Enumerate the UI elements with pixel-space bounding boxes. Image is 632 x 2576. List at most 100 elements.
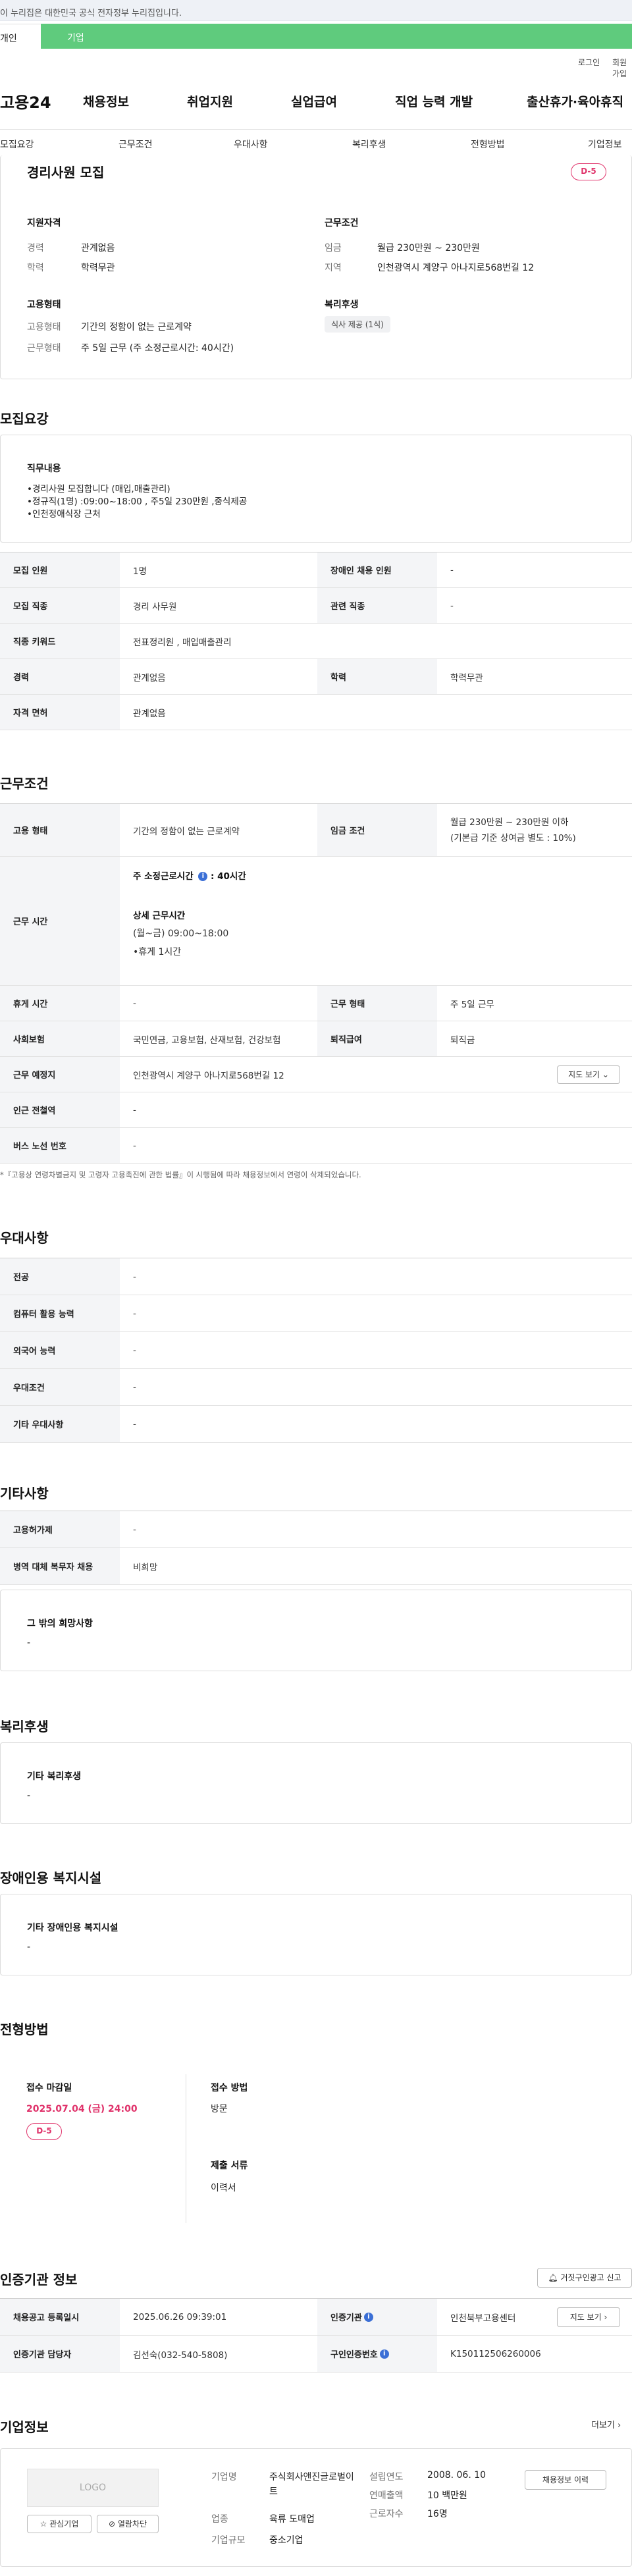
condition-table: 고용 형태 기간의 정함이 없는 근로계약 임금 조건 월급 230만원 ~ 2… <box>0 803 632 1164</box>
cell-value: 전표정리원 , 매입매출관리 <box>133 637 232 648</box>
company-logo-placeholder: LOGO <box>27 2469 159 2507</box>
cell-header: 구인인증번호 i <box>317 2336 437 2372</box>
company-field-label: 기업명 <box>211 2472 237 2482</box>
report-fake-ad-button[interactable]: 🔔︎ 거짓구인광고 신고 <box>537 2268 632 2288</box>
anchor-welfare[interactable]: 복리후생 <box>352 138 386 151</box>
dday-badge: D-5 <box>571 163 606 180</box>
emp-title: 고용형태 <box>27 300 61 310</box>
table-row: 외국어 능력 - <box>0 1332 632 1369</box>
cell-value: - <box>133 1524 136 1535</box>
info-icon[interactable]: i <box>363 2312 373 2322</box>
table-row: 컴퓨터 활용 능력 - <box>0 1295 632 1332</box>
user-type-tabs: 개인 기업 <box>0 24 632 49</box>
agency-map-button[interactable]: 지도 보기 › <box>557 2307 620 2327</box>
cell-header: 고용허가제 <box>0 1511 120 1547</box>
company-heading: 기업정보 <box>0 2419 49 2435</box>
cell-value: 1명 <box>133 566 147 577</box>
cell-header: 우대조건 <box>0 1369 120 1405</box>
table-row: 병역 대체 복무자 채용 비희망 <box>0 1548 632 1585</box>
wage-cell: 월급 230만원 ~ 230만원 이하 (기본급 기준 상여금 별도 : 10%… <box>437 804 632 856</box>
cell-header: 모집 직종 <box>0 588 120 623</box>
dday-badge: D-5 <box>26 2123 62 2140</box>
cell-value: 퇴직금 <box>450 1034 475 1046</box>
anchor-company[interactable]: 기업정보 <box>588 138 622 151</box>
work-label: 임금 <box>325 243 342 254</box>
gnb-employment-support[interactable]: 취업지원 <box>187 92 233 110</box>
anchor-recruit[interactable]: 모집요강 <box>0 138 34 151</box>
wage-line: 월급 230만원 ~ 230만원 이하 <box>450 817 569 828</box>
cell-header: 모집 인원 <box>0 552 120 587</box>
recruit-table: 모집 인원 1명 장애인 채용 인원 - 모집 직종 경리 사무원 관련 직종 … <box>0 552 632 730</box>
job-history-button[interactable]: 채용정보 이력 <box>525 2470 606 2490</box>
cell-header: 인근 전철역 <box>0 1092 120 1127</box>
anchor-condition[interactable]: 근무조건 <box>118 138 153 151</box>
qual-title: 지원자격 <box>27 218 61 228</box>
anchor-preference[interactable]: 우대사항 <box>234 138 268 151</box>
welfare-tag: 식사 제공 (1식) <box>325 316 390 333</box>
info-icon[interactable]: i <box>379 2349 389 2359</box>
method-value: 방문 <box>211 2104 228 2114</box>
cell-value: - <box>133 1271 136 1282</box>
map-button[interactable]: 지도 보기 ⌄ <box>557 1065 620 1084</box>
company-sales: 10 백만원 <box>427 2490 467 2501</box>
cell-value: 2025.06.26 09:39:01 <box>133 2311 227 2322</box>
company-field-label: 기업규모 <box>211 2535 246 2546</box>
gov-banner-text: 이 누리집은 대한민국 공식 전자정부 누리집입니다. <box>0 9 182 18</box>
login-link[interactable]: 로그인 <box>578 57 600 68</box>
gnb-parental-leave[interactable]: 출산휴가·육아휴직 <box>527 92 623 110</box>
gnb-skill-development[interactable]: 직업 능력 개발 <box>395 92 473 110</box>
cell-value: 국민연금, 고용보험, 산재보험, 건강보험 <box>133 1034 281 1046</box>
table-row: 모집 직종 경리 사무원 관련 직종 - <box>0 588 632 624</box>
company-more-link[interactable]: 더보기 › <box>591 2418 621 2430</box>
tab-company[interactable]: 기업 <box>41 24 632 49</box>
qual-value: 관계없음 <box>81 243 115 254</box>
cell-value: 김선숙(032-540-5808) <box>133 2349 228 2361</box>
site-logo[interactable]: 고용24 <box>0 90 51 113</box>
cell-value: 관계없음 <box>133 672 166 684</box>
emp-value: 기간의 정함이 없는 근로계약 <box>81 322 192 333</box>
tab-person[interactable]: 개인 <box>0 24 41 49</box>
cell-value: - <box>133 998 136 1009</box>
duty-line: •경리사원 모집합니다 (매입,매출관리) <box>27 484 171 495</box>
duty-title: 직무내용 <box>27 464 61 474</box>
detail-hours-line: (월~금) 09:00~18:00 <box>133 928 229 939</box>
table-row: 경력 관계없음 학력 학력무관 <box>0 659 632 695</box>
table-row: 근무 예정지 인천광역시 계양구 아나지로568번길 12 지도 보기 ⌄ <box>0 1057 632 1092</box>
cell-header: 사회보험 <box>0 1021 120 1056</box>
table-row: 인근 전철역 - <box>0 1092 632 1128</box>
welfare-box: 기타 복리후생 - <box>0 1742 632 1824</box>
favorite-company-button[interactable]: ☆ 관심기업 <box>27 2515 92 2533</box>
welfare-box-value: - <box>27 1790 31 1801</box>
cell-value: - <box>133 1345 136 1356</box>
hours-cell: 주 소정근로시간 i : 40시간 상세 근무시간 (월~금) 09:00~18… <box>120 857 632 985</box>
hours-value: : 40시간 <box>211 871 246 882</box>
table-row: 버스 노선 번호 - <box>0 1128 632 1164</box>
join-link[interactable]: 회원가입 <box>612 57 632 79</box>
block-view-button[interactable]: ⊘ 열람차단 <box>97 2515 159 2533</box>
chevron-right-icon: › <box>618 2421 621 2430</box>
cell-header: 전공 <box>0 1258 120 1295</box>
info-icon[interactable]: i <box>198 872 208 881</box>
duty-line: •정규직(1명) :09:00~18:00 , 주5일 230만원 ,중식제공 <box>27 496 248 507</box>
cell-header: 기타 우대사항 <box>0 1406 120 1442</box>
docs-value: 이력서 <box>211 2183 236 2193</box>
cell-header: 외국어 능력 <box>0 1332 120 1368</box>
table-row: 고용 형태 기간의 정함이 없는 근로계약 임금 조건 월급 230만원 ~ 2… <box>0 804 632 857</box>
cell-value: 비희망 <box>133 1562 158 1573</box>
emp-label: 고용형태 <box>27 322 61 333</box>
docs-title: 제출 서류 <box>211 2160 248 2171</box>
gnb-unemployment-benefit[interactable]: 실업급여 <box>291 92 337 110</box>
report-button-label: 거짓구인광고 신고 <box>560 2273 621 2282</box>
cell-header: 직종 키워드 <box>0 624 120 658</box>
cell-header: 인증기관 담당자 <box>0 2336 120 2372</box>
cell-value: - <box>133 1140 136 1151</box>
table-row: 전공 - <box>0 1258 632 1295</box>
welfare-heading: 복리후생 <box>0 1719 49 1734</box>
cell-value: 인천북부고용센터 <box>450 2313 516 2324</box>
deadline-value: 2025.07.04 (금) 24:00 <box>26 2104 138 2114</box>
qual-label: 경력 <box>27 243 44 254</box>
gnb-job-info[interactable]: 채용정보 <box>83 92 129 110</box>
anchor-process[interactable]: 전형방법 <box>471 138 505 151</box>
qual-label: 학력 <box>27 263 44 273</box>
agency-map-label: 지도 보기 <box>569 2313 602 2322</box>
